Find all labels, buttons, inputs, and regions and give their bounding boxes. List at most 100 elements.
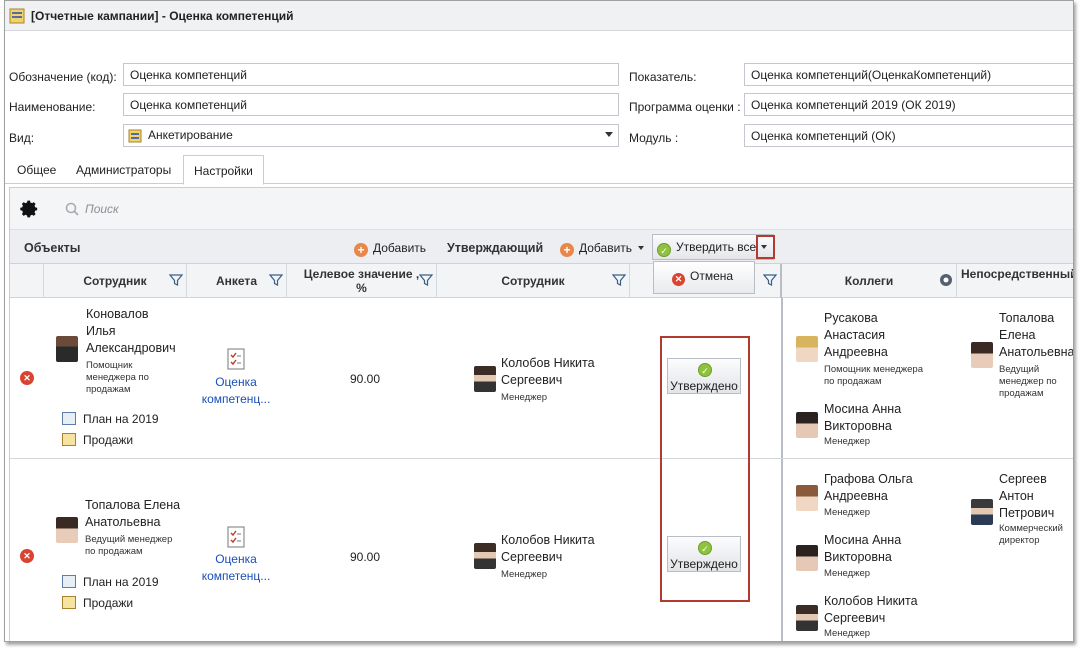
col-employee[interactable]: Сотрудник bbox=[44, 264, 187, 298]
objects-add-button[interactable]: + Добавить bbox=[354, 239, 426, 257]
search-box[interactable]: Поиск bbox=[65, 202, 119, 216]
approver-role: Менеджер bbox=[501, 392, 548, 403]
avatar bbox=[796, 545, 818, 571]
col-target-label: Целевое значение , % bbox=[303, 267, 420, 295]
col-manager[interactable]: Непосредственный руководитель bbox=[957, 264, 1074, 298]
approver-role: Менеджер bbox=[501, 569, 548, 580]
plan-icon bbox=[62, 412, 76, 425]
sales-icon bbox=[62, 596, 76, 609]
col-form[interactable]: Анкета bbox=[187, 264, 287, 298]
delete-icon[interactable]: ✕ bbox=[20, 371, 34, 385]
filter-icon[interactable] bbox=[269, 273, 283, 287]
col-select bbox=[10, 264, 44, 298]
search-icon bbox=[65, 202, 79, 216]
cancel-label: Отмена bbox=[690, 269, 734, 283]
col-manager-label: Непосредственный руководитель bbox=[961, 267, 1074, 281]
group-header: Объекты + Добавить Утверждающий + Добавить… bbox=[10, 230, 1073, 264]
module-label: Модуль : bbox=[629, 131, 679, 145]
col-colleagues-label: Коллеги bbox=[844, 274, 894, 288]
sales-link[interactable]: Продажи bbox=[62, 596, 133, 610]
questionnaire-icon bbox=[128, 129, 142, 143]
colleague-name: Русакова Анастасия Андреевна bbox=[824, 311, 888, 359]
sales-label: Продажи bbox=[83, 596, 134, 610]
avatar bbox=[971, 342, 993, 368]
form-link[interactable]: Оценка компетенц... bbox=[200, 551, 272, 585]
plan-label: План на 2019 bbox=[83, 575, 159, 589]
app-window: [Отчетные кампании] - Оценка компетенций… bbox=[4, 0, 1074, 642]
filter-icon[interactable] bbox=[169, 273, 183, 287]
employee-name: Топалова Елена Анатольевна bbox=[85, 498, 181, 529]
approved-highlight bbox=[660, 336, 750, 602]
plan-link[interactable]: План на 2019 bbox=[62, 575, 159, 589]
colleague-role: Помощник менеджера по продажам bbox=[824, 364, 923, 387]
colleague-name: Мосина Анна Викторовна bbox=[824, 533, 902, 564]
avatar bbox=[796, 605, 818, 631]
approver-title: Утверждающий bbox=[447, 241, 544, 255]
tab-settings[interactable]: Настройки bbox=[183, 155, 264, 185]
avatar bbox=[474, 543, 496, 569]
employee-name: Коновалов Илья Александрович bbox=[86, 307, 176, 355]
tab-bar: Общее Администраторы Настройки bbox=[5, 153, 1073, 185]
program-field[interactable]: Оценка компетенций 2019 (ОК 2019) bbox=[744, 93, 1073, 116]
tab-administrators[interactable]: Администраторы bbox=[68, 159, 179, 184]
module-field[interactable]: Оценка компетенций (ОК) bbox=[744, 124, 1073, 147]
gear-icon[interactable] bbox=[18, 198, 40, 220]
approve-all-dropdown[interactable] bbox=[756, 235, 775, 259]
target-value: 90.00 bbox=[350, 372, 381, 386]
objects-add-label: Добавить bbox=[373, 241, 427, 255]
column-header: Сотрудник Анкета Целевое значение , % Со… bbox=[10, 264, 1074, 298]
indicator-field[interactable]: Оценка компетенций(ОценкаКомпетенций) bbox=[744, 63, 1073, 86]
col-approver-employee[interactable]: Сотрудник bbox=[437, 264, 630, 298]
filter-icon[interactable] bbox=[763, 273, 777, 287]
plan-icon bbox=[62, 575, 76, 588]
avatar bbox=[56, 336, 78, 362]
manager-role: Коммерческий директор bbox=[999, 523, 1063, 546]
plan-link[interactable]: План на 2019 bbox=[62, 412, 159, 426]
avatar bbox=[56, 517, 78, 543]
col-employee-label: Сотрудник bbox=[83, 274, 147, 288]
approver-name: Колобов Никита Сергеевич bbox=[501, 533, 595, 564]
avatar bbox=[971, 499, 993, 525]
sales-link[interactable]: Продажи bbox=[62, 433, 133, 447]
colleague-name: Графова Ольга Андреевна bbox=[824, 472, 913, 503]
avatar bbox=[474, 366, 496, 392]
filter-icon[interactable] bbox=[419, 273, 433, 287]
type-label: Вид: bbox=[9, 131, 35, 145]
delete-icon[interactable]: ✕ bbox=[20, 549, 34, 563]
colleague-role: Менеджер bbox=[824, 568, 871, 579]
objects-title: Объекты bbox=[24, 241, 81, 255]
col-approver-employee-label: Сотрудник bbox=[501, 274, 565, 288]
settings-circle-icon[interactable] bbox=[939, 273, 953, 287]
approver-add-button[interactable]: + Добавить bbox=[560, 239, 645, 257]
colleague-role: Менеджер bbox=[824, 628, 871, 639]
avatar bbox=[796, 485, 818, 511]
manager-name: Сергеев Антон Петрович bbox=[999, 472, 1055, 520]
type-value: Анкетирование bbox=[148, 128, 233, 142]
search-placeholder: Поиск bbox=[85, 202, 119, 216]
colleague-name: Колобов Никита Сергеевич bbox=[824, 594, 918, 625]
table-row[interactable]: ✕ Коновалов Илья Александрович Помощник … bbox=[10, 298, 1073, 459]
type-select[interactable]: Анкетирование bbox=[123, 124, 619, 147]
app-icon bbox=[9, 8, 25, 24]
plus-icon: + bbox=[354, 243, 368, 257]
avatar bbox=[796, 336, 818, 362]
name-field[interactable]: Оценка компетенций bbox=[123, 93, 619, 116]
code-field[interactable]: Оценка компетенций bbox=[123, 63, 619, 86]
toolbar: Поиск bbox=[10, 188, 1073, 230]
sales-icon bbox=[62, 433, 76, 446]
plus-icon: + bbox=[560, 243, 574, 257]
employee-role: Помощник менеджера по продажам bbox=[86, 360, 149, 395]
table-row[interactable]: ✕ Топалова Елена Анатольевна Ведущий мен… bbox=[10, 459, 1073, 641]
filter-icon[interactable] bbox=[612, 273, 626, 287]
col-target[interactable]: Целевое значение , % bbox=[287, 264, 437, 298]
avatar bbox=[796, 412, 818, 438]
col-colleagues[interactable]: Коллеги bbox=[782, 264, 957, 298]
indicator-label: Показатель: bbox=[629, 70, 697, 84]
tab-general[interactable]: Общее bbox=[9, 159, 64, 184]
colleague-name: Мосина Анна Викторовна bbox=[824, 402, 902, 433]
employee-role: Ведущий менеджер по продажам bbox=[85, 534, 173, 557]
form-link[interactable]: Оценка компетенц... bbox=[200, 374, 272, 408]
questionnaire-icon bbox=[227, 348, 245, 370]
cancel-button[interactable]: ✕ Отмена bbox=[653, 261, 755, 294]
chevron-down-icon[interactable] bbox=[605, 132, 613, 137]
